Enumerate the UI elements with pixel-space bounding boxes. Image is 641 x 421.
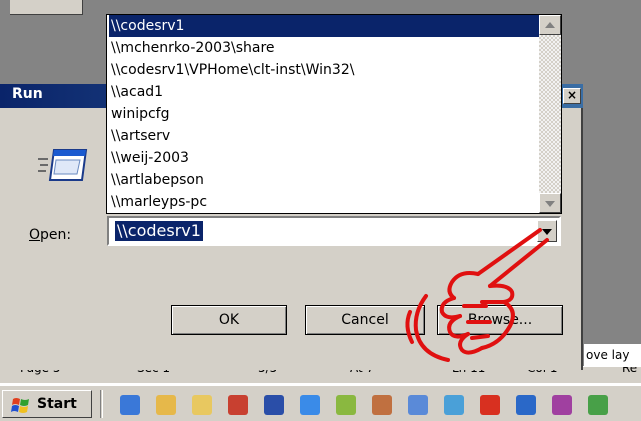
acrobat-icon[interactable] [480, 395, 500, 415]
open-history-dropdown[interactable]: \\codesrv1 \\mchenrko-2003\share \\codesrv… [106, 14, 562, 214]
pointing-hand-annotation [405, 228, 549, 362]
dialog-title: Run [12, 86, 43, 102]
taskbar-separator [100, 390, 103, 418]
close-button[interactable]: × [563, 88, 581, 104]
app-red-icon[interactable] [228, 395, 248, 415]
dropdown-item[interactable]: \\artlabepson [109, 169, 539, 191]
status-extra: Re [622, 366, 638, 375]
scroll-up-arrow[interactable] [539, 15, 561, 35]
open-label-text: pen: [40, 227, 72, 243]
outlook-icon[interactable] [156, 395, 176, 415]
dropdown-item[interactable]: \\codesrv1\VPHome\clt-inst\Win32\ [109, 59, 539, 81]
ok-button[interactable]: OK [171, 305, 287, 335]
open-label: Open: [29, 227, 71, 243]
taskbar: Start [0, 384, 641, 421]
background-document-text: ove lay [584, 344, 641, 366]
paint-icon[interactable] [336, 395, 356, 415]
scroll-down-arrow[interactable] [539, 193, 561, 213]
folder-icon[interactable] [192, 395, 212, 415]
dropdown-scrollbar[interactable] [539, 15, 561, 213]
start-button[interactable]: Start [2, 390, 92, 418]
start-label: Start [37, 396, 77, 412]
open-input-value[interactable]: \\codesrv1 [114, 220, 204, 242]
dropdown-item[interactable]: \\weij-2003 [109, 147, 539, 169]
windows-flag-icon [11, 398, 29, 413]
ie-blue-icon[interactable] [300, 395, 320, 415]
dropdown-item[interactable]: winipcfg [109, 103, 539, 125]
dropdown-item[interactable]: \\mchenrko-2003\share [109, 37, 539, 59]
run-program-icon [38, 149, 88, 181]
dropdown-item[interactable]: \\acad1 [109, 81, 539, 103]
globe-icon[interactable] [516, 395, 536, 415]
gear-color-icon[interactable] [552, 395, 572, 415]
word-icon[interactable] [264, 395, 284, 415]
window-icon[interactable] [444, 395, 464, 415]
open-label-accesskey: O [29, 227, 41, 243]
background-toolbar-button[interactable] [10, 0, 83, 15]
photo-icon[interactable] [372, 395, 392, 415]
dropdown-item[interactable]: \\codesrv1 [109, 15, 539, 37]
flag-icon[interactable] [408, 395, 428, 415]
dropdown-item[interactable]: \\marleyps-pc [109, 191, 539, 213]
dropdown-item[interactable]: \\artserv [109, 125, 539, 147]
ie-icon[interactable] [120, 395, 140, 415]
recycle-icon[interactable] [588, 395, 608, 415]
